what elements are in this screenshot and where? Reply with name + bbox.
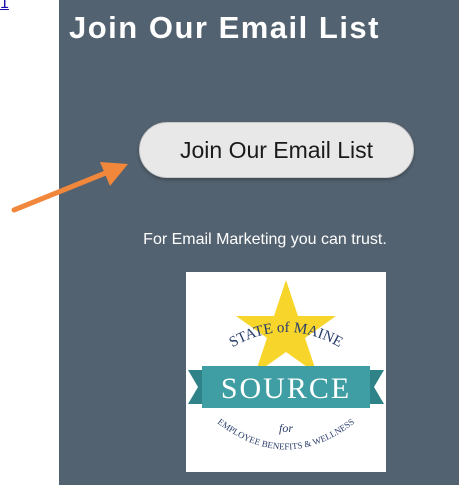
page: 1 Join Our Email List Join Our Email Lis… — [0, 0, 474, 485]
orange-arrow-icon — [11, 162, 128, 213]
